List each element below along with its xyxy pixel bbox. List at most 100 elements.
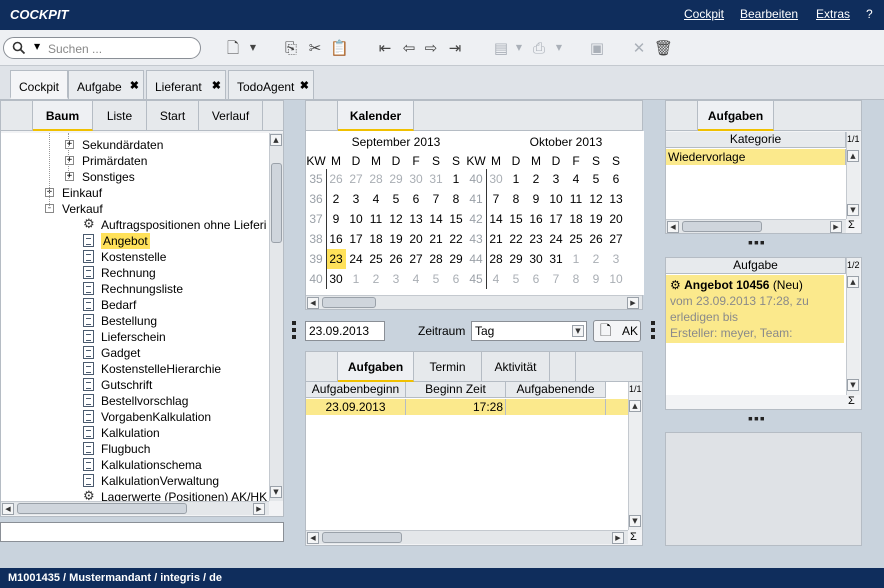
calendar-day[interactable]: 30 bbox=[406, 169, 426, 189]
tree-item[interactable]: Kostenstelle bbox=[1, 249, 269, 265]
calendar-day[interactable]: 3 bbox=[386, 269, 406, 289]
next-record-icon[interactable]: ⇨ bbox=[422, 39, 440, 57]
scroll-right-icon[interactable]: ▶ bbox=[253, 503, 265, 515]
scroll-left-icon[interactable]: ◀ bbox=[667, 221, 679, 233]
column-header-beginn-zeit[interactable]: Beginn Zeit bbox=[406, 382, 506, 398]
tree-item[interactable]: VorgabenKalkulation bbox=[1, 409, 269, 425]
tree-horizontal-scrollbar[interactable]: ◀ ▶ bbox=[1, 501, 269, 515]
subtab-aufgaben-right[interactable]: Aufgaben bbox=[698, 101, 774, 131]
menu-cockpit[interactable]: Cockpit bbox=[684, 7, 724, 21]
calendar-day[interactable]: 29 bbox=[386, 169, 406, 189]
drag-handle-right[interactable] bbox=[651, 321, 655, 342]
calendar-day[interactable]: 8 bbox=[566, 269, 586, 289]
expand-icon[interactable]: + bbox=[65, 172, 74, 181]
calendar-day[interactable]: 21 bbox=[486, 229, 506, 249]
calendar-day[interactable]: 31 bbox=[426, 169, 446, 189]
splitter-handle[interactable]: ▪▪▪ bbox=[748, 410, 766, 426]
calendar-day[interactable]: 7 bbox=[546, 269, 566, 289]
calendar-day[interactable]: 28 bbox=[426, 249, 446, 269]
tree-item[interactable]: + Primärdaten bbox=[1, 153, 269, 169]
splitter-handle[interactable]: ▪▪▪ bbox=[748, 234, 766, 250]
column-header-aufgabenende[interactable]: Aufgabenende bbox=[506, 382, 606, 398]
calendar-day[interactable]: 20 bbox=[606, 209, 626, 229]
calendar-day[interactable]: 8 bbox=[506, 189, 526, 209]
tab-lieferant[interactable]: Lieferant ✖ bbox=[146, 70, 226, 99]
scroll-right-icon[interactable]: ▶ bbox=[830, 221, 842, 233]
ak-button[interactable]: 🗋 AK bbox=[593, 320, 641, 342]
calendar-day[interactable]: 24 bbox=[346, 249, 366, 269]
calendar-day[interactable]: 9 bbox=[326, 209, 346, 229]
tree-item[interactable]: ⚙ Lagerwerte (Positionen) AK/HK bbox=[1, 489, 269, 501]
calendar-day[interactable]: 2 bbox=[526, 169, 546, 189]
calendar-day[interactable]: 3 bbox=[606, 249, 626, 269]
close-icon[interactable]: ✖ bbox=[212, 79, 221, 92]
calendar-day[interactable]: 26 bbox=[326, 169, 346, 189]
calendar-day[interactable]: 15 bbox=[506, 209, 526, 229]
scroll-thumb[interactable] bbox=[322, 297, 376, 308]
subtab-liste[interactable]: Liste bbox=[93, 101, 147, 131]
date-input[interactable]: 23.09.2013 bbox=[305, 321, 385, 341]
calendar-day[interactable]: 2 bbox=[586, 249, 606, 269]
calendar-day[interactable]: 18 bbox=[566, 209, 586, 229]
delete-icon[interactable]: 🗑 bbox=[654, 39, 673, 57]
scroll-left-icon[interactable]: ◀ bbox=[2, 503, 14, 515]
subtab-kalender[interactable]: Kalender bbox=[338, 101, 414, 131]
calendar-day[interactable]: 21 bbox=[426, 229, 446, 249]
calendar-day[interactable]: 22 bbox=[446, 229, 466, 249]
calendar-day[interactable]: 19 bbox=[386, 229, 406, 249]
tree-item[interactable]: + Einkauf bbox=[1, 185, 269, 201]
calendar-day[interactable]: 5 bbox=[426, 269, 446, 289]
tree-item[interactable]: + Sekundärdaten bbox=[1, 137, 269, 153]
scroll-right-icon[interactable]: ▶ bbox=[627, 297, 639, 309]
scroll-down-icon[interactable]: ▼ bbox=[847, 204, 859, 216]
calendar-day[interactable]: 10 bbox=[606, 269, 626, 289]
drag-handle-left[interactable] bbox=[292, 321, 296, 342]
calendar-day[interactable]: 23 bbox=[526, 229, 546, 249]
tree-item[interactable]: + Sonstiges bbox=[1, 169, 269, 185]
subtab-aufgaben[interactable]: Aufgaben bbox=[338, 352, 414, 382]
scroll-up-icon[interactable]: ▲ bbox=[270, 134, 282, 146]
calendar-day[interactable]: 19 bbox=[586, 209, 606, 229]
scroll-up-icon[interactable]: ▲ bbox=[629, 400, 641, 412]
scroll-thumb[interactable] bbox=[682, 221, 762, 232]
menu-bearbeiten[interactable]: Bearbeiten bbox=[740, 7, 798, 21]
table-cell-aufgabenbeginn[interactable]: 23.09.2013 bbox=[306, 399, 406, 415]
close-icon[interactable]: ✖ bbox=[130, 79, 139, 92]
calendar-day[interactable]: 30 bbox=[486, 169, 506, 189]
calendar-day[interactable]: 7 bbox=[426, 189, 446, 209]
calendar-day[interactable]: 1 bbox=[446, 169, 466, 189]
scroll-up-icon[interactable]: ▲ bbox=[847, 276, 859, 288]
calendar-day[interactable]: 16 bbox=[526, 209, 546, 229]
calendar-day[interactable]: 22 bbox=[506, 229, 526, 249]
new-document-icon[interactable]: 🗋 bbox=[224, 39, 242, 57]
table-cell-beginn-zeit[interactable]: 17:28 bbox=[406, 399, 506, 415]
tree-item[interactable]: Lieferschein bbox=[1, 329, 269, 345]
calendar-day[interactable]: 27 bbox=[606, 229, 626, 249]
chevron-down-icon[interactable]: ▼ bbox=[572, 325, 584, 337]
tree-item[interactable]: Gadget bbox=[1, 345, 269, 361]
tree-item[interactable]: Flugbuch bbox=[1, 441, 269, 457]
menu-help[interactable]: ? bbox=[866, 7, 873, 21]
calendar-day[interactable]: 30 bbox=[326, 269, 346, 289]
expand-icon[interactable]: + bbox=[65, 140, 74, 149]
calendar-day[interactable]: 12 bbox=[386, 209, 406, 229]
scroll-down-icon[interactable]: ▼ bbox=[270, 486, 282, 498]
tab-todoagent[interactable]: TodoAgent ✖ bbox=[228, 70, 314, 99]
sum-icon[interactable]: Σ bbox=[848, 219, 855, 231]
calendar-day[interactable]: 15 bbox=[446, 209, 466, 229]
calendar-day[interactable]: 6 bbox=[406, 189, 426, 209]
tree-vertical-scrollbar[interactable]: ▲ ▼ bbox=[269, 133, 283, 501]
scroll-thumb[interactable] bbox=[322, 532, 402, 543]
category-vertical-scrollbar[interactable]: 1/1 ▲ ▼ bbox=[846, 132, 860, 219]
calendar-day[interactable]: 23 bbox=[326, 249, 346, 269]
tree-item[interactable]: Rechnungsliste bbox=[1, 281, 269, 297]
calendar-day[interactable]: 4 bbox=[566, 169, 586, 189]
tree-item[interactable]: Angebot bbox=[1, 233, 269, 249]
tree-item[interactable]: Bestellung bbox=[1, 313, 269, 329]
tree-filter-input[interactable] bbox=[0, 522, 284, 542]
close-icon[interactable]: ✖ bbox=[300, 79, 309, 92]
calendar-day[interactable]: 14 bbox=[486, 209, 506, 229]
subtab-termin[interactable]: Termin bbox=[414, 352, 482, 382]
calendar-day[interactable]: 6 bbox=[606, 169, 626, 189]
calendar-day[interactable]: 10 bbox=[346, 209, 366, 229]
